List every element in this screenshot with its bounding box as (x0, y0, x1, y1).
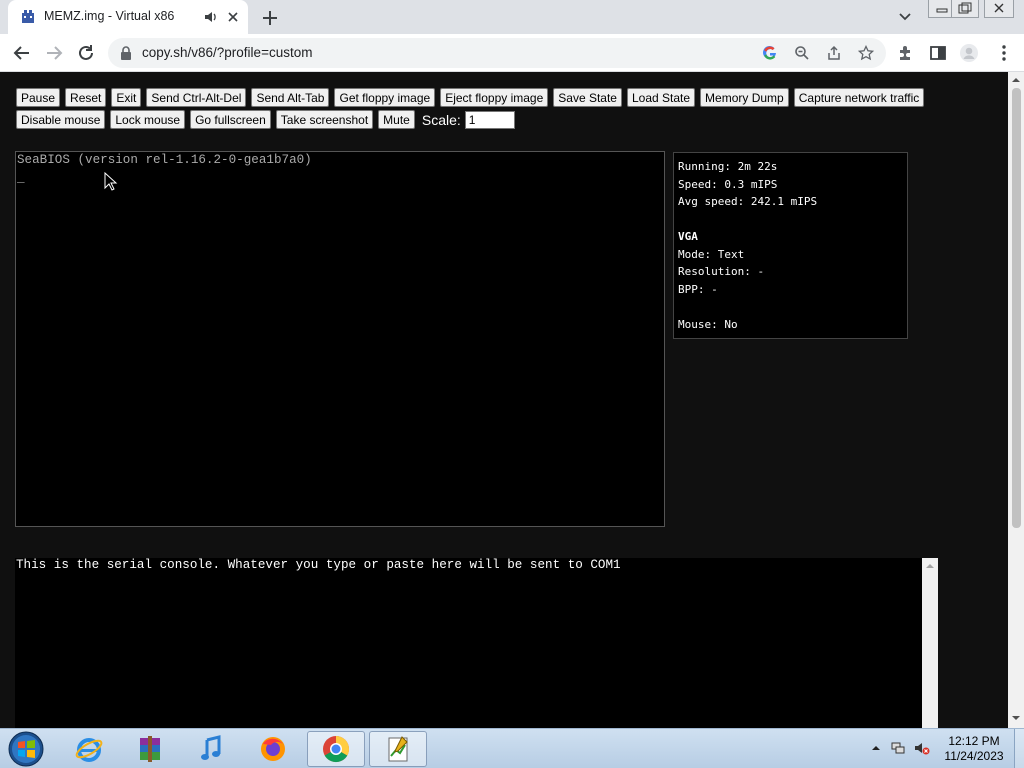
clock-time: 12:12 PM (948, 734, 1000, 748)
menu-kebab-icon[interactable] (994, 43, 1014, 63)
browser-toolbar: copy.sh/v86/?profile=custom (0, 34, 1024, 72)
disable-mouse-button[interactable]: Disable mouse (16, 110, 106, 129)
zoom-icon[interactable] (794, 45, 810, 61)
text-cursor: _ (17, 171, 25, 185)
google-icon[interactable] (762, 45, 778, 61)
vga-mode: Mode: Text (678, 247, 745, 261)
taskbar-winrar[interactable] (121, 731, 179, 767)
start-orb-icon[interactable] (6, 730, 46, 768)
internet-explorer-icon (75, 738, 103, 762)
tab-title: MEMZ.img - Virtual x86 (44, 9, 175, 23)
chrome-icon (323, 736, 350, 763)
send-alt-tab-button[interactable]: Send Alt-Tab (251, 88, 330, 107)
browser-tab-active[interactable]: MEMZ.img - Virtual x86 (8, 0, 248, 34)
scroll-up-arrow-icon[interactable] (922, 558, 938, 574)
bookmark-star-icon[interactable] (858, 45, 874, 61)
serial-console-text: This is the serial console. Whatever you… (16, 558, 621, 572)
taskbar-firefox[interactable] (244, 731, 302, 767)
back-arrow-icon[interactable] (10, 41, 34, 65)
mouse-pointer-icon (104, 172, 118, 191)
mouse-status: Mouse: No (678, 317, 738, 331)
speaker-audio-icon[interactable] (204, 9, 218, 25)
control-buttons-row-2: Disable mouse Lock mouse Go fullscreen T… (16, 110, 515, 129)
address-bar[interactable]: copy.sh/v86/?profile=custom (108, 38, 886, 68)
page-scrollbar[interactable] (1008, 72, 1024, 728)
vga-bpp: BPP: - (678, 282, 718, 296)
extensions-puzzle-icon[interactable] (896, 43, 916, 63)
serial-console-scrollbar[interactable] (922, 558, 938, 728)
system-clock[interactable]: 12:12 PM 11/24/2023 (940, 734, 1008, 764)
vga-resolution: Resolution: - (678, 265, 765, 278)
go-fullscreen-button[interactable]: Go fullscreen (190, 110, 271, 129)
taskbar-internet-explorer[interactable] (60, 731, 118, 767)
exit-button[interactable]: Exit (111, 88, 142, 107)
scale-label: Scale: (421, 111, 461, 128)
close-tab-icon[interactable] (224, 8, 242, 26)
close-icon (994, 3, 1004, 13)
v86-favicon-icon (22, 10, 34, 23)
lock-icon[interactable] (120, 46, 132, 60)
close-window-button[interactable] (984, 0, 1014, 18)
vga-heading: VGA (678, 230, 698, 243)
scroll-up-arrow-icon[interactable] (1012, 76, 1020, 84)
lock-mouse-button[interactable]: Lock mouse (110, 110, 186, 129)
show-hidden-icons-arrow-icon[interactable] (868, 740, 884, 756)
chevron-down-icon[interactable] (895, 8, 915, 26)
pause-button[interactable]: Pause (16, 88, 61, 107)
firefox-icon (261, 737, 285, 761)
speed-value: Speed: 0.3 mIPS (678, 177, 778, 191)
taskbar-notepad-chart[interactable] (369, 731, 427, 767)
windows-taskbar: 12:12 PM 11/24/2023 (0, 728, 1024, 768)
speaker-muted-icon[interactable] (914, 740, 930, 756)
take-screenshot-button[interactable]: Take screenshot (275, 110, 374, 129)
browser-tab-strip: MEMZ.img - Virtual x86 (0, 0, 1024, 34)
winrar-icon (140, 736, 160, 762)
restore-window-button[interactable] (951, 0, 979, 18)
notepad-chart-icon (388, 736, 408, 762)
scroll-down-arrow-icon[interactable] (1012, 714, 1020, 722)
show-desktop-button[interactable] (1014, 729, 1024, 768)
taskbar-chrome[interactable] (307, 731, 365, 767)
url-text[interactable]: copy.sh/v86/?profile=custom (142, 45, 312, 60)
send-ctrl-alt-del-button[interactable]: Send Ctrl-Alt-Del (146, 88, 247, 107)
taskbar-itunes[interactable] (182, 731, 240, 767)
eject-floppy-image-button[interactable]: Eject floppy image (440, 88, 549, 107)
emulator-screen[interactable]: SeaBIOS (version rel-1.16.2-0-gea1b7a0) … (15, 151, 665, 527)
itunes-music-icon (201, 735, 221, 760)
share-icon[interactable] (826, 45, 842, 61)
reload-icon[interactable] (74, 41, 98, 65)
v86-page: Pause Reset Exit Send Ctrl-Alt-Del Send … (0, 72, 1008, 728)
save-state-button[interactable]: Save State (553, 88, 622, 107)
memory-dump-button[interactable]: Memory Dump (700, 88, 789, 107)
get-floppy-image-button[interactable]: Get floppy image (334, 88, 436, 107)
serial-console[interactable]: This is the serial console. Whatever you… (15, 558, 938, 728)
side-panel-icon[interactable] (928, 43, 948, 63)
bios-version-text: SeaBIOS (version rel-1.16.2-0-gea1b7a0) (17, 153, 312, 167)
new-tab-plus-icon[interactable] (258, 6, 282, 30)
forward-arrow-icon[interactable] (42, 41, 66, 65)
profile-avatar-icon[interactable] (959, 43, 979, 63)
restore-icon (958, 2, 972, 14)
running-time: Running: 2m 22s (678, 160, 778, 173)
avg-speed-value: Avg speed: 242.1 mIPS (678, 195, 818, 208)
scale-input[interactable] (464, 110, 515, 129)
scrollbar-thumb[interactable] (1012, 88, 1021, 528)
control-buttons-row-1: Pause Reset Exit Send Ctrl-Alt-Del Send … (16, 88, 929, 107)
clock-date: 11/24/2023 (944, 749, 1004, 763)
emulator-stats-panel: Running: 2m 22s Speed: 0.3 mIPS Avg spee… (673, 152, 908, 339)
reset-button[interactable]: Reset (65, 88, 107, 107)
load-state-button[interactable]: Load State (626, 88, 696, 107)
capture-network-traffic-button[interactable]: Capture network traffic (793, 88, 925, 107)
network-icon[interactable] (890, 740, 906, 756)
mute-button[interactable]: Mute (378, 110, 415, 129)
